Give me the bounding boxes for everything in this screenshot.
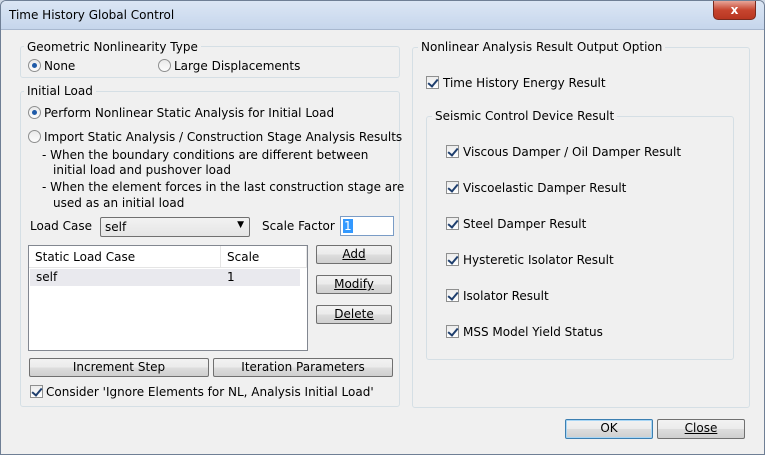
table-cell-scale: 1 <box>227 270 235 284</box>
viscous-damper-checkbox[interactable] <box>446 145 459 158</box>
delete-button[interactable]: Delete <box>316 305 392 324</box>
table-header-static-load-case[interactable]: Static Load Case <box>29 246 221 268</box>
import-note-1-line-1: - When the boundary conditions are diffe… <box>42 148 369 162</box>
geometric-nonlinearity-title: Geometric Nonlinearity Type <box>24 40 201 54</box>
import-note-2-line-2: used as an initial load <box>53 196 185 210</box>
add-button[interactable]: Add <box>316 245 392 264</box>
output-option-title: Nonlinear Analysis Result Output Option <box>418 40 666 54</box>
scale-factor-input[interactable]: 1 <box>340 216 394 236</box>
viscoelastic-damper-checkbox[interactable] <box>446 181 459 194</box>
load-case-select[interactable]: self ▼ <box>100 217 250 237</box>
geometric-large-displacements-radio[interactable] <box>158 59 171 72</box>
window-close-button[interactable]: x <box>713 1 756 20</box>
geometric-large-displacements-label[interactable]: Large Displacements <box>174 59 300 73</box>
table-header-scale[interactable]: Scale <box>221 246 307 268</box>
static-analysis-radio[interactable] <box>28 106 41 119</box>
import-note-1-line-2: initial load and pushover load <box>53 163 231 177</box>
ok-button[interactable]: OK <box>565 419 653 439</box>
geometric-none-radio[interactable] <box>28 59 41 72</box>
isolator-result-checkbox[interactable] <box>446 289 459 302</box>
dialog-window: Time History Global Control x Geometric … <box>0 0 765 455</box>
increment-step-button[interactable]: Increment Step <box>29 358 209 377</box>
close-icon: x <box>730 3 739 17</box>
consider-ignore-elements-checkbox[interactable] <box>30 385 43 398</box>
window-title: Time History Global Control <box>9 8 175 22</box>
hysteretic-isolator-label[interactable]: Hysteretic Isolator Result <box>463 253 614 267</box>
geometric-none-label[interactable]: None <box>44 59 75 73</box>
viscoelastic-damper-label[interactable]: Viscoelastic Damper Result <box>463 181 626 195</box>
mss-model-yield-label[interactable]: MSS Model Yield Status <box>463 325 603 339</box>
table-row[interactable]: self 1 <box>30 269 300 286</box>
load-case-label: Load Case <box>30 219 92 233</box>
dropdown-arrow-icon: ▼ <box>237 220 244 230</box>
close-button[interactable]: Close <box>657 419 745 439</box>
scale-factor-value: 1 <box>343 219 353 233</box>
steel-damper-checkbox[interactable] <box>446 217 459 230</box>
import-results-radio[interactable] <box>28 130 41 143</box>
steel-damper-label[interactable]: Steel Damper Result <box>463 217 586 231</box>
mss-model-yield-checkbox[interactable] <box>446 325 459 338</box>
viscous-damper-label[interactable]: Viscous Damper / Oil Damper Result <box>463 145 681 159</box>
title-bar[interactable]: Time History Global Control x <box>1 1 764 30</box>
scale-factor-label: Scale Factor <box>262 219 335 233</box>
load-case-value: self <box>105 220 127 234</box>
table-cell-load-case: self <box>36 270 58 284</box>
isolator-result-label[interactable]: Isolator Result <box>463 289 549 303</box>
consider-ignore-elements-label[interactable]: Consider 'Ignore Elements for NL, Analys… <box>46 385 374 399</box>
initial-load-title: Initial Load <box>24 84 96 98</box>
import-results-label[interactable]: Import Static Analysis / Construction St… <box>44 130 402 144</box>
import-note-2-line-1: - When the element forces in the last co… <box>42 180 405 194</box>
modify-button[interactable]: Modify <box>316 275 392 294</box>
hysteretic-isolator-checkbox[interactable] <box>446 253 459 266</box>
energy-result-label[interactable]: Time History Energy Result <box>443 76 606 90</box>
iteration-parameters-button[interactable]: Iteration Parameters <box>213 358 393 377</box>
seismic-control-title: Seismic Control Device Result <box>432 109 618 123</box>
static-analysis-label[interactable]: Perform Nonlinear Static Analysis for In… <box>44 106 334 120</box>
energy-result-checkbox[interactable] <box>426 76 439 89</box>
static-load-case-table[interactable]: Static Load Case Scale self 1 <box>28 245 308 351</box>
